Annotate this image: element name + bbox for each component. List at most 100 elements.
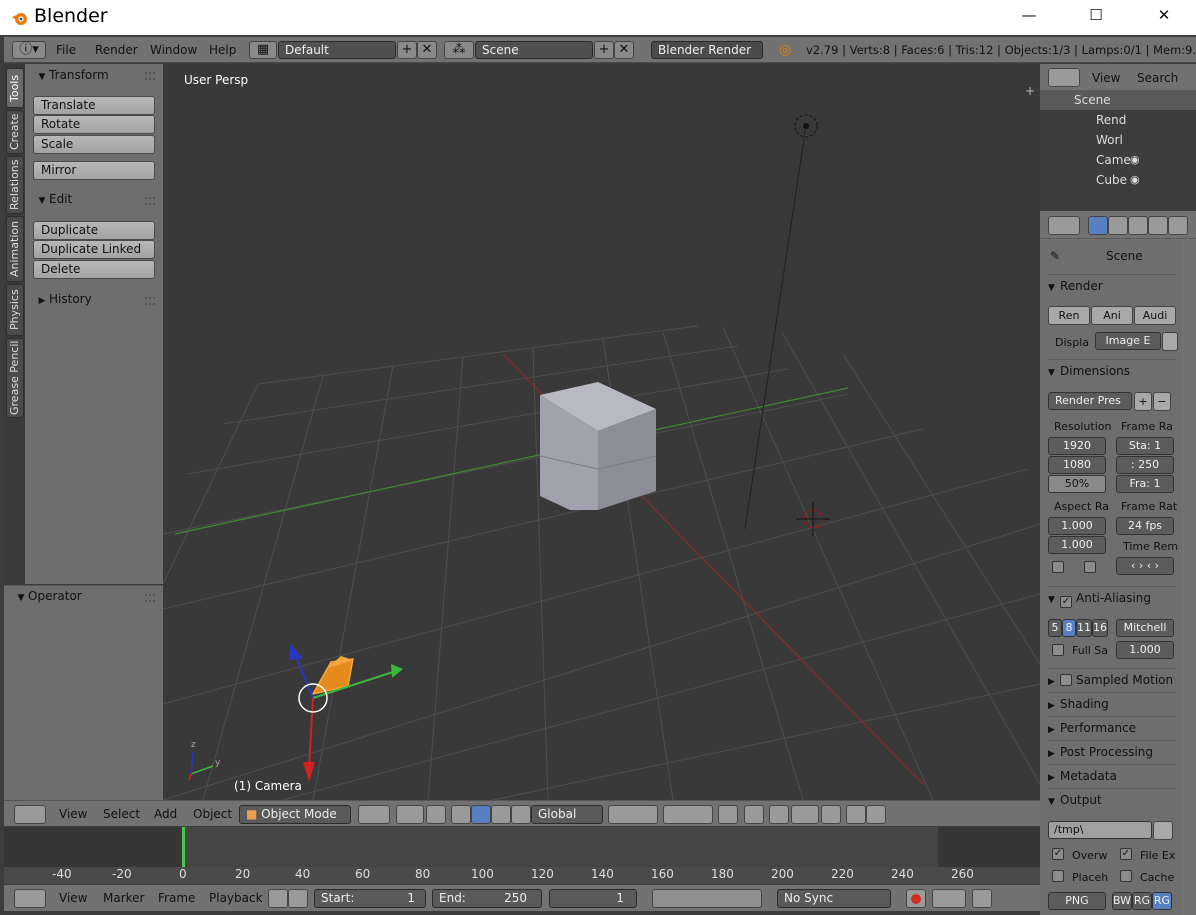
sync-select[interactable]: No Sync <box>777 889 891 908</box>
anti-aliasing-panel-header[interactable]: ▼ ✓ Anti-Aliasing <box>1048 586 1176 608</box>
minimize-button[interactable]: — <box>1006 0 1052 32</box>
transform-icon[interactable] <box>511 805 531 824</box>
drag-grip-icon[interactable] <box>145 297 155 305</box>
start-frame-field[interactable]: Start: 1 <box>314 889 426 908</box>
file-extensions-checkbox[interactable]: ✓ <box>1120 848 1132 860</box>
render-animation-button[interactable]: Ani <box>1091 306 1133 325</box>
menu-window[interactable]: Window <box>150 41 197 59</box>
metadata-panel-header[interactable]: ▶ Metadata <box>1048 764 1176 786</box>
viewport-shading-icon[interactable] <box>358 805 390 824</box>
menu-render[interactable]: Render <box>95 41 138 59</box>
scene-icon[interactable]: ⁂ <box>444 41 474 59</box>
duplicate-button[interactable]: Duplicate <box>33 221 155 240</box>
pivot-point-icon[interactable] <box>396 805 424 824</box>
current-frame-field[interactable]: 1 <box>549 889 637 908</box>
record-icon[interactable] <box>906 889 926 908</box>
aa-samples-16[interactable]: 16 <box>1092 619 1108 637</box>
sampled-motion-checkbox[interactable] <box>1060 674 1072 686</box>
outliner-item-render-layers[interactable]: Rend <box>1040 110 1196 130</box>
outliner-menu-view[interactable]: View <box>1092 69 1120 88</box>
tab-create[interactable]: Create <box>6 110 24 154</box>
visibility-eye-icon[interactable]: ◉ <box>1130 150 1140 170</box>
add-layout-button[interactable]: + <box>397 41 417 59</box>
frame-end-field[interactable]: : 250 <box>1116 456 1174 474</box>
close-button[interactable]: ✕ <box>1141 0 1187 32</box>
snap-element-icon[interactable] <box>791 805 819 824</box>
object-tab-icon[interactable] <box>1168 216 1188 235</box>
aa-size-field[interactable]: 1.000 <box>1116 641 1174 659</box>
editor-type-timeline-icon[interactable] <box>14 889 46 908</box>
post-processing-panel-header[interactable]: ▶ Post Processing <box>1048 740 1176 762</box>
outliner-item-camera[interactable]: Came ◉ <box>1040 150 1196 170</box>
transform-panel-header[interactable]: ▼ Transform <box>35 65 109 85</box>
file-format-select[interactable]: PNG <box>1048 892 1106 910</box>
add-preset-button[interactable]: + <box>1134 392 1152 411</box>
translate-manipulator-icon[interactable] <box>451 805 471 824</box>
full-sample-checkbox[interactable] <box>1052 644 1064 656</box>
aspect-y-field[interactable]: 1.000 <box>1048 536 1106 554</box>
dimensions-panel-header[interactable]: ▼ Dimensions <box>1048 359 1176 381</box>
file-browse-icon[interactable] <box>1153 821 1173 840</box>
scene-field[interactable]: Scene <box>475 41 593 59</box>
remove-layout-button[interactable]: ✕ <box>417 41 437 59</box>
color-rgb-button[interactable]: RG <box>1132 892 1152 910</box>
frame-step-field[interactable]: Fra: 1 <box>1116 475 1174 493</box>
anti-aliasing-checkbox[interactable]: ✓ <box>1060 596 1072 608</box>
keyframe-icon[interactable] <box>972 889 992 908</box>
editor-type-properties-icon[interactable] <box>1048 216 1080 235</box>
drag-grip-icon[interactable] <box>145 594 155 602</box>
outliner-item-world[interactable]: Worl <box>1040 130 1196 150</box>
editor-type-info-icon[interactable]: ⓘ▾ <box>12 41 46 59</box>
sampled-motion-panel-header[interactable]: ▶ Sampled Motion <box>1048 668 1176 690</box>
lock-layers-icon[interactable] <box>718 805 738 824</box>
aa-samples-8[interactable]: 8 <box>1062 619 1076 637</box>
translate-button[interactable]: Translate <box>33 96 155 115</box>
outliner-menu-search[interactable]: Search <box>1137 69 1178 88</box>
mirror-button[interactable]: Mirror <box>33 161 155 180</box>
menu-add[interactable]: Add <box>154 805 177 824</box>
render-engine-select[interactable]: Blender Render <box>651 41 763 59</box>
delete-button[interactable]: Delete <box>33 260 155 279</box>
color-rgba-button[interactable]: RG <box>1152 892 1172 910</box>
editor-type-outliner-icon[interactable] <box>1048 68 1080 87</box>
lamp-icon[interactable] <box>794 114 818 138</box>
fps-select[interactable]: 24 fps <box>1116 517 1174 535</box>
menu-object[interactable]: Object <box>193 805 232 824</box>
menu-file[interactable]: File <box>56 41 76 59</box>
layers-grid-2-icon[interactable] <box>663 805 713 824</box>
color-bw-button[interactable]: BW <box>1112 892 1132 910</box>
output-path-field[interactable]: /tmp\ <box>1048 821 1152 839</box>
timeline-menu-frame[interactable]: Frame <box>158 889 195 908</box>
aa-filter-select[interactable]: Mitchell <box>1116 619 1174 637</box>
resolution-percent-field[interactable]: 50% <box>1048 475 1106 493</box>
lock-range-icon[interactable] <box>288 889 308 908</box>
display-select[interactable]: Image E <box>1095 332 1161 350</box>
render-preset-select[interactable]: Render Pres <box>1048 392 1132 410</box>
rotate-manipulator-icon[interactable] <box>471 805 491 824</box>
tab-relations[interactable]: Relations <box>6 156 24 214</box>
visibility-eye-icon[interactable]: ◉ <box>1130 170 1140 190</box>
menu-help[interactable]: Help <box>209 41 236 59</box>
playback-controls[interactable] <box>652 889 762 908</box>
lock-interface-icon[interactable] <box>1162 332 1178 351</box>
render-layers-tab-icon[interactable] <box>1108 216 1128 235</box>
add-scene-button[interactable]: + <box>594 41 614 59</box>
output-panel-header[interactable]: ▼ Output <box>1048 788 1176 810</box>
screen-layout-field[interactable]: Default <box>278 41 396 59</box>
resolution-y-field[interactable]: 1080 <box>1048 456 1106 474</box>
timeline-strip[interactable] <box>4 827 1040 867</box>
keying-set-icon[interactable] <box>932 889 966 908</box>
snap-target-icon[interactable] <box>821 805 841 824</box>
render-tab-icon[interactable] <box>1088 216 1108 235</box>
aa-samples-11[interactable]: 11 <box>1076 619 1092 637</box>
history-panel-header[interactable]: ▶ History <box>35 289 92 309</box>
proportional-edit-icon[interactable] <box>744 805 764 824</box>
aa-samples-5[interactable]: 5 <box>1048 619 1062 637</box>
mode-select[interactable]: ■ Object Mode <box>239 805 351 824</box>
editor-type-3d-icon[interactable] <box>14 805 46 824</box>
drag-grip-icon[interactable] <box>145 197 155 205</box>
timeline-menu-marker[interactable]: Marker <box>103 889 144 908</box>
end-frame-field[interactable]: End: 250 <box>432 889 542 908</box>
cache-checkbox[interactable] <box>1120 870 1132 882</box>
screen-layout-icon[interactable]: ▦ <box>249 41 277 59</box>
